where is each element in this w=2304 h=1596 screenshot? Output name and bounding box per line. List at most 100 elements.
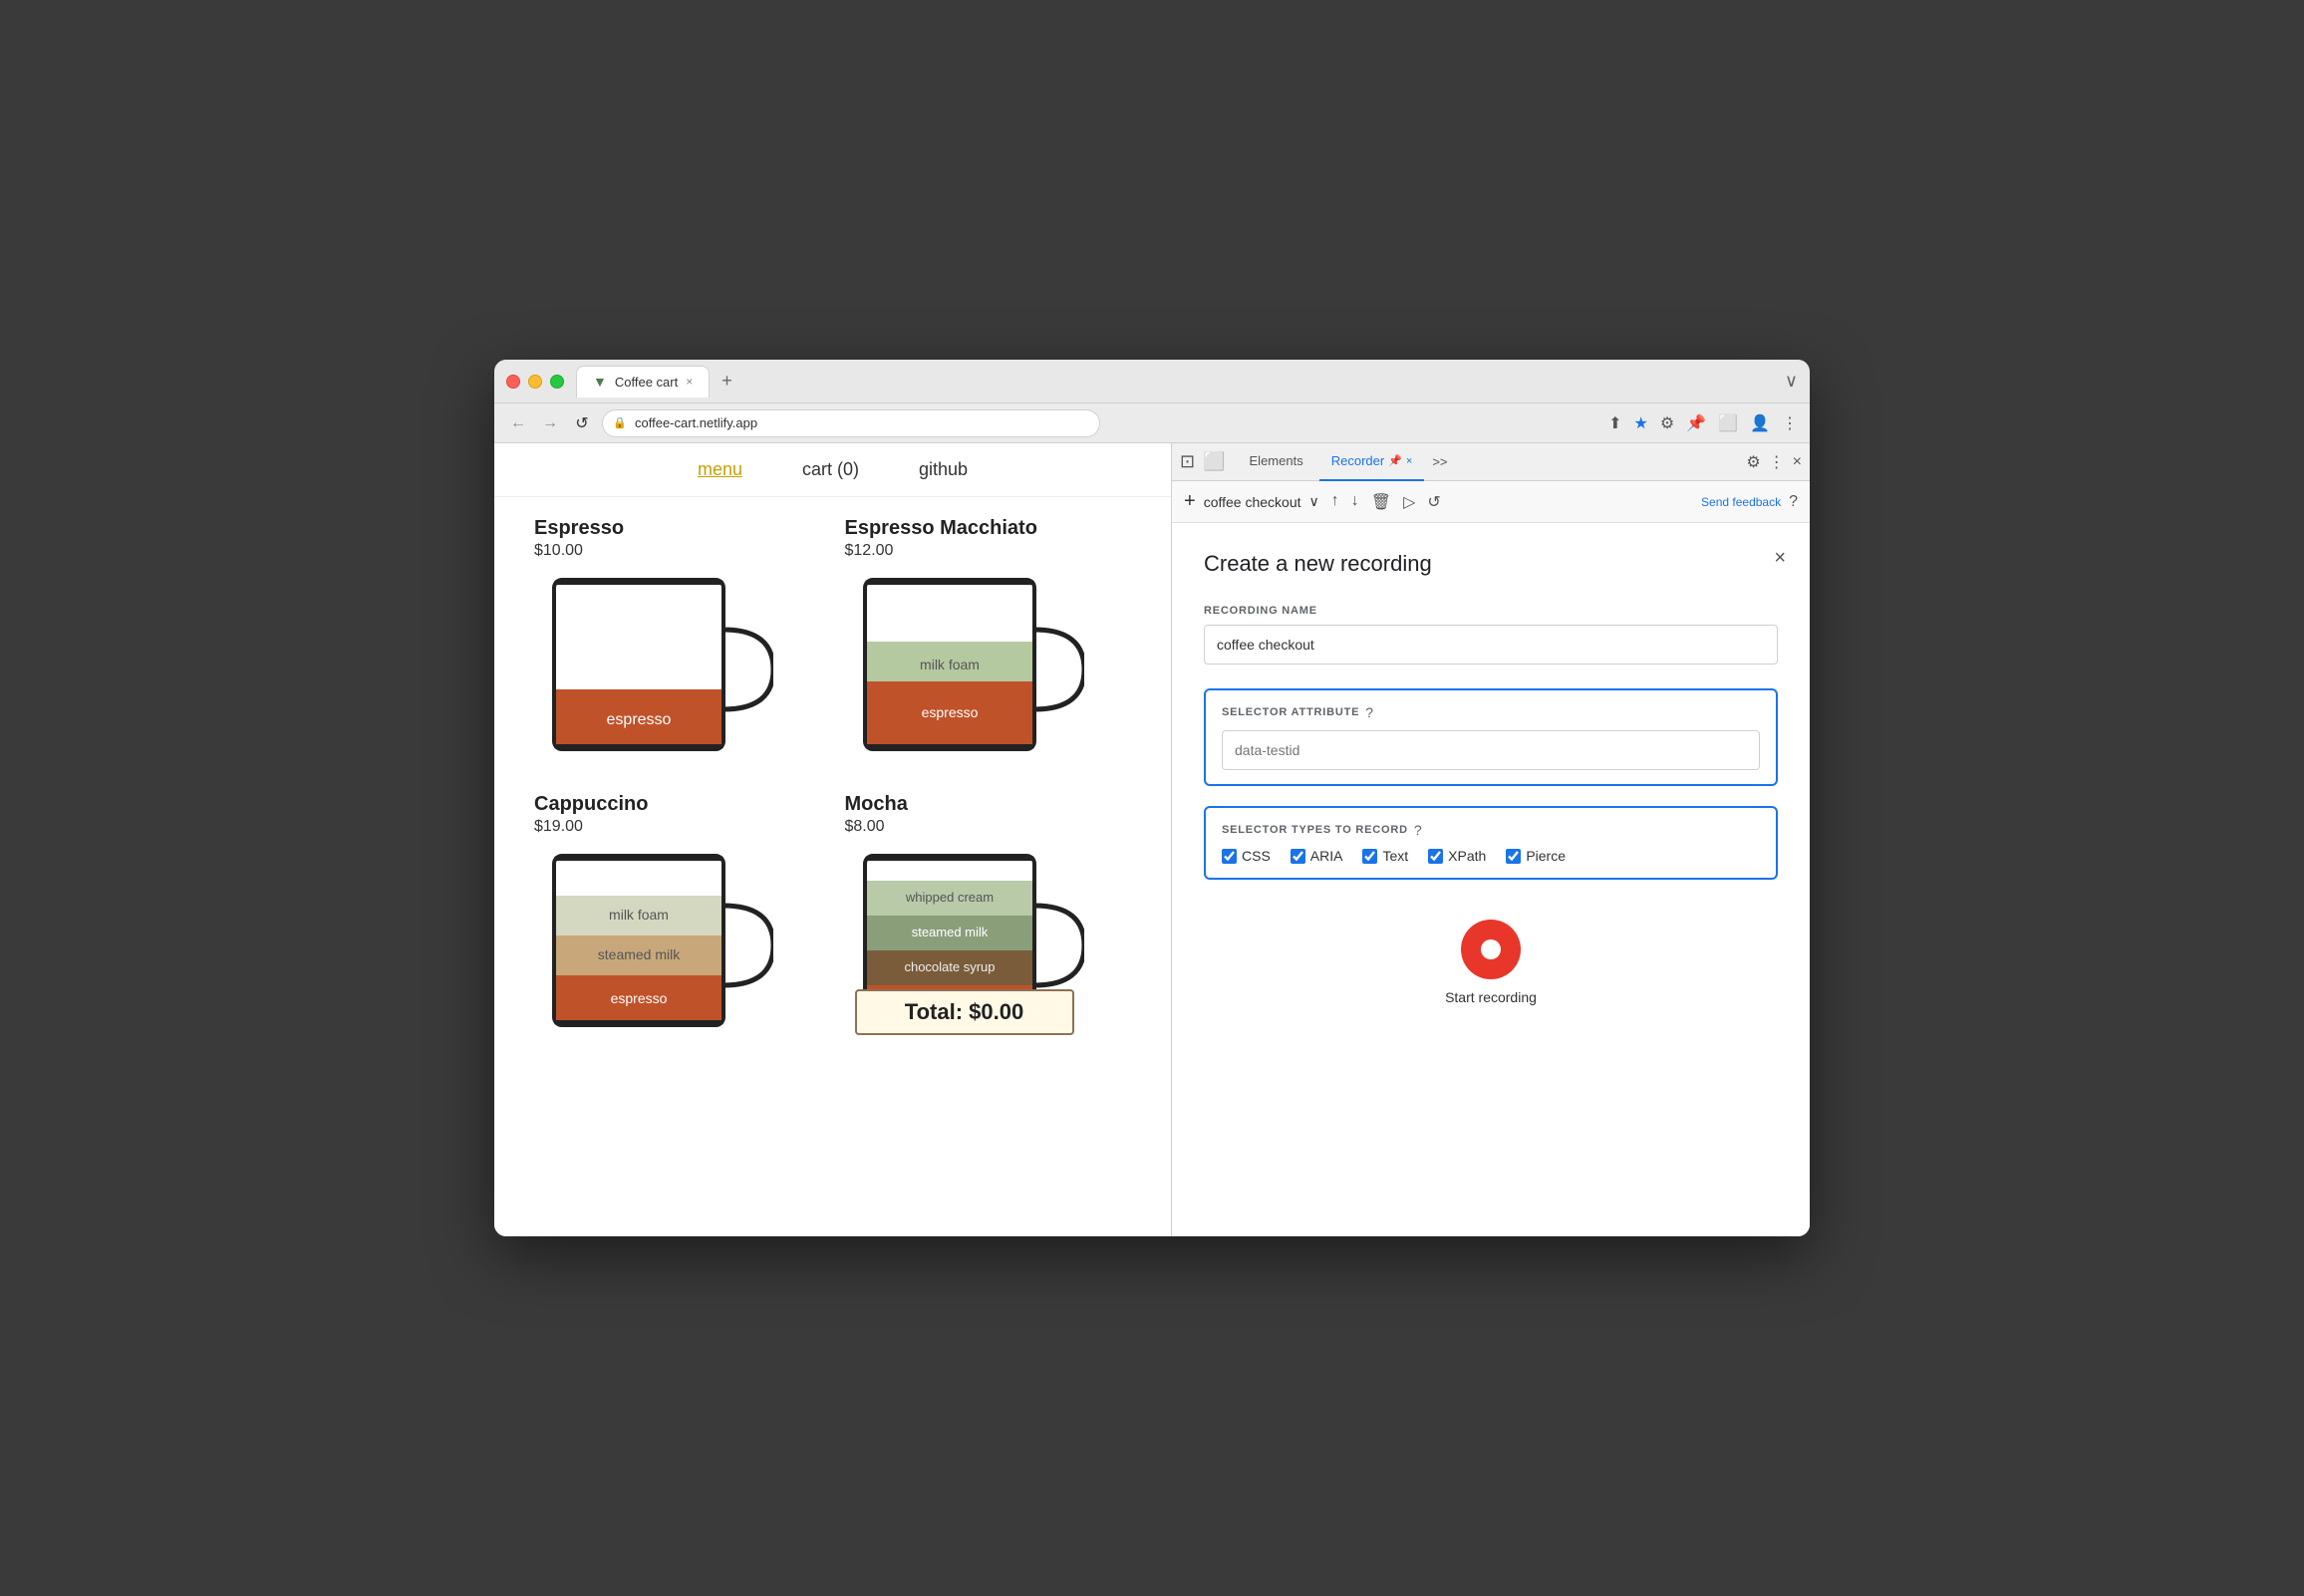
more-tabs-icon[interactable]: >> (1428, 454, 1451, 469)
macchiato-item: Espresso Macchiato $12.00 milk foam espr… (845, 517, 1132, 769)
macchiato-cup[interactable]: milk foam espresso (845, 570, 1084, 769)
toolbar-icons: ⬆ ★ ⚙ 📌 ⬜ 👤 ⋮ (1608, 413, 1798, 433)
selector-attribute-label: SELECTOR ATTRIBUTE (1222, 706, 1359, 718)
cappuccino-name: Cappuccino (534, 793, 821, 816)
svg-text:espresso: espresso (611, 990, 668, 1006)
start-recording-button[interactable] (1461, 920, 1521, 979)
css-label: CSS (1242, 848, 1271, 864)
more-options-icon[interactable]: ⋮ (1782, 413, 1798, 433)
espresso-cup-svg: espresso (534, 570, 773, 769)
xpath-checkbox[interactable] (1428, 849, 1443, 864)
bookmark-icon[interactable]: ★ (1634, 413, 1648, 433)
refresh-button[interactable]: ↺ (570, 413, 594, 433)
browser-tab[interactable]: ▼ Coffee cart × (576, 366, 710, 398)
maximize-window-button[interactable] (550, 375, 564, 389)
elements-tab[interactable]: Elements (1238, 443, 1315, 481)
share-icon[interactable]: ⬆ (1608, 413, 1621, 433)
url-bar[interactable]: 🔒 coffee-cart.netlify.app (602, 409, 1100, 437)
svg-text:espresso: espresso (607, 711, 672, 728)
espresso-item: Espresso $10.00 espresso (534, 517, 821, 769)
recording-name-label: coffee checkout (1204, 494, 1301, 510)
aria-checkbox-label[interactable]: ARIA (1291, 848, 1343, 864)
macchiato-name: Espresso Macchiato (845, 517, 1132, 540)
devtools-close-button[interactable]: × (1793, 453, 1802, 471)
xpath-checkbox-label[interactable]: XPath (1428, 848, 1486, 864)
minimize-window-button[interactable] (528, 375, 542, 389)
tab-title: Coffee cart (615, 375, 678, 390)
dialog-close-button[interactable]: × (1774, 547, 1786, 570)
svg-text:chocolate syrup: chocolate syrup (904, 959, 995, 974)
recorder-close-icon[interactable]: × (1406, 455, 1412, 467)
text-checkbox-label[interactable]: Text (1362, 848, 1408, 864)
window-chevron-icon: ∨ (1785, 371, 1798, 392)
selector-attribute-input[interactable] (1222, 730, 1760, 770)
menu-nav-link[interactable]: menu (698, 459, 742, 480)
cart-nav-link[interactable]: cart (0) (802, 459, 859, 480)
traffic-lights (506, 375, 564, 389)
download-recording-icon[interactable]: ↓ (1351, 492, 1359, 512)
address-bar: ← → ↺ 🔒 coffee-cart.netlify.app ⬆ ★ ⚙ 📌 … (494, 403, 1810, 443)
css-checkbox[interactable] (1222, 849, 1237, 864)
selector-types-help-icon[interactable]: ? (1414, 822, 1422, 838)
title-bar: ▼ Coffee cart × + ∨ (494, 360, 1810, 403)
css-checkbox-label[interactable]: CSS (1222, 848, 1271, 864)
github-nav-link[interactable]: github (919, 459, 968, 480)
devtools-settings-button[interactable]: ⚙ (1746, 452, 1760, 472)
send-feedback-link[interactable]: Send feedback (1701, 495, 1781, 509)
site-nav: menu cart (0) github (494, 443, 1171, 497)
close-window-button[interactable] (506, 375, 520, 389)
cast-icon[interactable]: ⬜ (1718, 413, 1738, 433)
text-checkbox[interactable] (1362, 849, 1377, 864)
extensions-icon[interactable]: ⚙ (1660, 413, 1674, 433)
svg-text:whipped cream: whipped cream (904, 890, 993, 905)
devtools-more-button[interactable]: ⋮ (1769, 452, 1785, 472)
back-button[interactable]: ← (506, 414, 530, 432)
svg-text:steamed milk: steamed milk (598, 946, 681, 962)
espresso-name: Espresso (534, 517, 821, 540)
start-recording-label: Start recording (1445, 989, 1537, 1005)
device-toggle-icon[interactable]: ⬜ (1203, 451, 1225, 472)
element-picker-icon[interactable]: ⊡ (1180, 451, 1195, 472)
mocha-item: Mocha $8.00 (845, 793, 1132, 1045)
website-panel: menu cart (0) github Espresso $10.00 (494, 443, 1172, 1236)
mocha-price: $8.00 (845, 818, 1132, 836)
recorder-tab[interactable]: Recorder 📌 × (1319, 443, 1425, 481)
record-btn-inner-circle (1481, 939, 1501, 959)
pierce-checkbox-label[interactable]: Pierce (1506, 848, 1566, 864)
mocha-cup[interactable]: whipped cream steamed milk chocolate syr… (845, 846, 1084, 1045)
lock-icon: 🔒 (613, 416, 627, 429)
new-recording-dialog: Create a new recording × RECORDING NAME … (1172, 523, 1810, 1236)
pin-icon[interactable]: 📌 (1686, 413, 1706, 433)
cappuccino-cup[interactable]: milk foam steamed milk espresso (534, 846, 773, 1045)
start-recording-section: Start recording (1204, 900, 1778, 1025)
svg-text:milk foam: milk foam (609, 907, 669, 923)
new-tab-button[interactable]: + (714, 371, 740, 392)
mocha-name: Mocha (845, 793, 1132, 816)
aria-label: ARIA (1310, 848, 1343, 864)
play-recording-icon[interactable]: ▷ (1403, 492, 1415, 512)
recorder-bar: + coffee checkout ∨ ↑ ↓ 🗑 ▷ ↺ Send feedb… (1172, 481, 1810, 523)
add-recording-button[interactable]: + (1184, 490, 1196, 513)
forward-button[interactable]: → (538, 414, 562, 432)
pierce-label: Pierce (1526, 848, 1566, 864)
upload-recording-icon[interactable]: ↑ (1331, 492, 1339, 512)
delete-recording-icon[interactable]: 🗑 (1371, 492, 1391, 512)
tab-favicon: ▼ (593, 374, 607, 390)
selector-attribute-help-icon[interactable]: ? (1365, 704, 1373, 720)
recording-dropdown-button[interactable]: ∨ (1309, 493, 1319, 510)
main-area: menu cart (0) github Espresso $10.00 (494, 443, 1810, 1236)
pierce-checkbox[interactable] (1506, 849, 1521, 864)
recorder-help-icon[interactable]: ? (1789, 493, 1798, 511)
tab-close-icon[interactable]: × (686, 375, 693, 389)
espresso-cup[interactable]: espresso (534, 570, 773, 769)
replay-recording-icon[interactable]: ↺ (1427, 492, 1440, 512)
svg-text:milk foam: milk foam (920, 657, 980, 672)
coffee-grid: Espresso $10.00 espresso (494, 497, 1171, 1065)
selector-attribute-section: SELECTOR ATTRIBUTE ? (1204, 688, 1778, 786)
svg-text:espresso: espresso (921, 704, 978, 720)
profile-icon[interactable]: 👤 (1750, 413, 1770, 433)
recording-name-input[interactable] (1204, 625, 1778, 665)
tab-bar: ▼ Coffee cart × + (576, 366, 1785, 398)
aria-checkbox[interactable] (1291, 849, 1305, 864)
selector-types-checkboxes: CSS ARIA Text XPath (1222, 848, 1760, 864)
